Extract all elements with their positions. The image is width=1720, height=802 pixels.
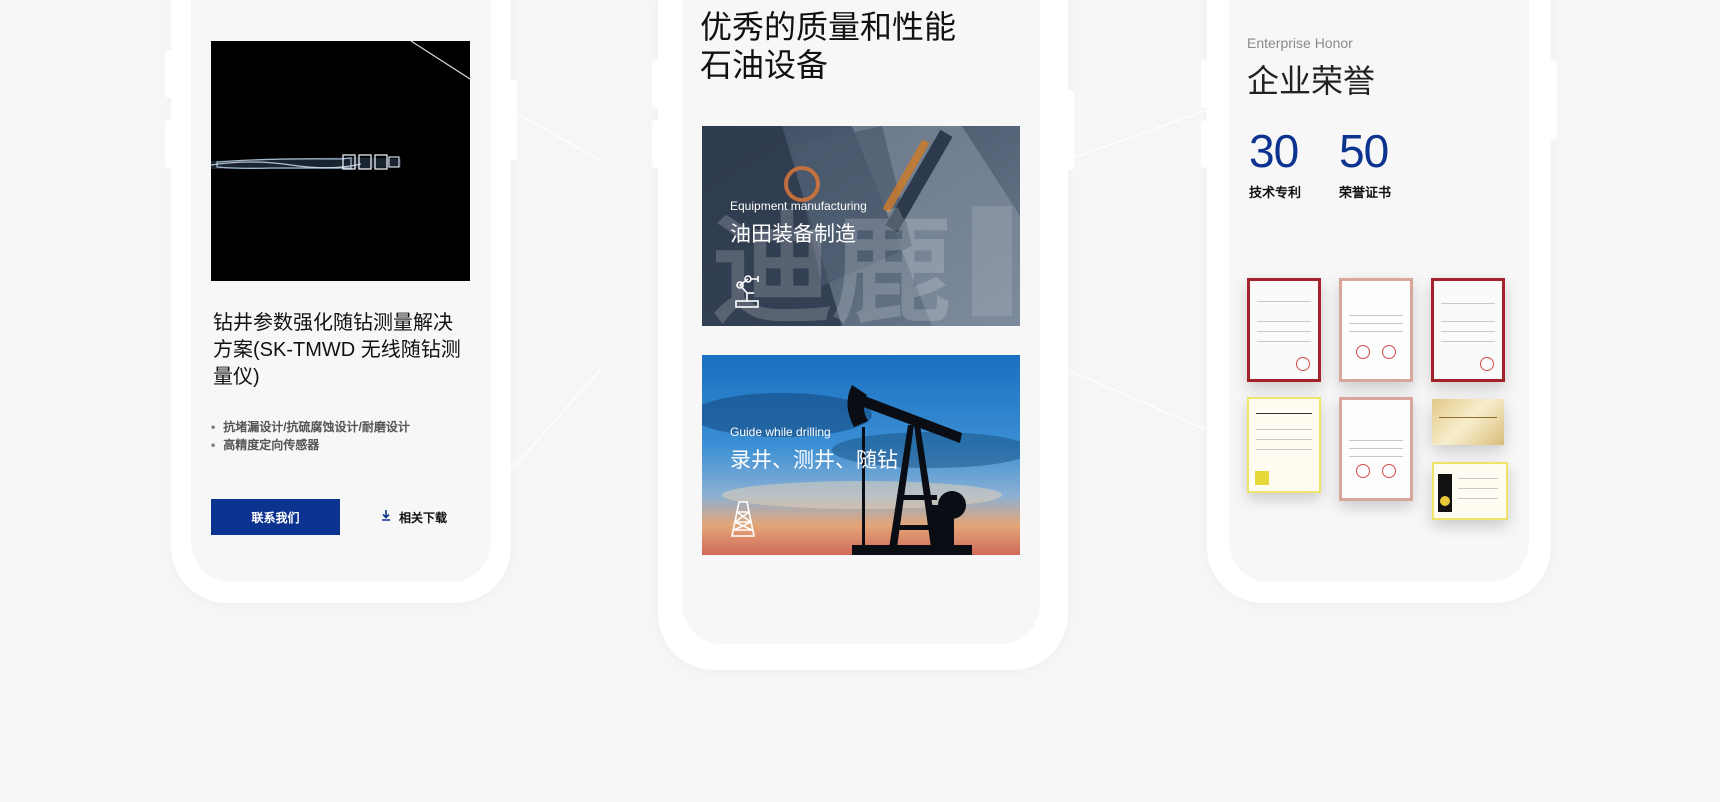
side-button <box>1201 60 1209 108</box>
phone-mockup-honor: Enterprise Honor 企业荣誉 30 技术专利 50 荣誉证书 <box>1201 0 1557 603</box>
phone-mockup-product: 钻井参数强化随钻测量解决方案(SK-TMWD 无线随钻测量仪) 抗堵漏设计/抗硫… <box>165 0 517 603</box>
stat-label: 技术专利 <box>1249 185 1302 200</box>
phone-screen: Enterprise Honor 企业荣誉 30 技术专利 50 荣誉证书 <box>1229 0 1529 582</box>
honor-title: 企业荣誉 <box>1247 63 1376 99</box>
certificate-image <box>1247 278 1321 382</box>
certificate-image <box>1339 397 1413 501</box>
stat-patents: 30 技术专利 <box>1249 126 1301 201</box>
section-title-line: 优秀的质量和性能 <box>700 9 957 45</box>
side-button <box>1549 60 1557 140</box>
contact-us-button[interactable]: 联系我们 <box>211 499 340 535</box>
card-title: 油田装备制造 <box>730 223 856 246</box>
phone-screen: 钻井参数强化随钻测量解决方案(SK-TMWD 无线随钻测量仪) 抗堵漏设计/抗硫… <box>191 0 491 582</box>
side-button <box>509 80 517 160</box>
side-button <box>1201 120 1209 168</box>
stat-certificates: 50 荣誉证书 <box>1339 126 1391 201</box>
feature-item: 抗堵漏设计/抗硫腐蚀设计/耐磨设计 <box>211 418 410 436</box>
download-button[interactable]: 相关下载 <box>375 499 453 535</box>
card-english-label: Equipment manufacturing <box>730 199 867 213</box>
honor-subtitle: Enterprise Honor <box>1247 35 1353 51</box>
download-icon <box>381 510 391 524</box>
stat-number: 50 <box>1339 125 1389 177</box>
section-title: 优秀的质量和性能 石油设备 <box>700 8 956 84</box>
phone-screen: 优秀的质量和性能 石油设备 迪鹿 Equipment manufacturing… <box>682 0 1040 644</box>
side-button <box>652 60 660 108</box>
side-button <box>165 120 173 168</box>
stat-number: 30 <box>1249 125 1299 177</box>
side-button <box>652 120 660 168</box>
robot-arm-icon <box>730 273 768 314</box>
product-video[interactable] <box>211 41 470 281</box>
phone-mockup-equipment: 优秀的质量和性能 石油设备 迪鹿 Equipment manufacturing… <box>652 0 1074 670</box>
product-title: 钻井参数强化随钻测量解决方案(SK-TMWD 无线随钻测量仪) <box>213 312 461 388</box>
guide-while-drilling-card[interactable]: Guide while drilling 录井、测井、随钻 <box>702 355 1020 555</box>
stat-label: 荣誉证书 <box>1339 185 1392 200</box>
card-title: 录井、测井、随钻 <box>730 449 898 472</box>
certificate-image <box>1339 278 1413 382</box>
certificate-image <box>1431 278 1505 382</box>
side-button <box>1066 90 1074 170</box>
side-button <box>165 50 173 98</box>
certificate-image <box>1432 462 1508 520</box>
certificate-image <box>1432 399 1504 445</box>
oil-derrick-icon <box>730 500 756 543</box>
card-english-label: Guide while drilling <box>730 425 831 439</box>
feature-list: 抗堵漏设计/抗硫腐蚀设计/耐磨设计 高精度定向传感器 <box>211 418 410 454</box>
download-label: 相关下载 <box>399 510 448 525</box>
certificate-image <box>1247 397 1321 493</box>
equipment-manufacturing-card[interactable]: 迪鹿 Equipment manufacturing 油田装备制造 <box>702 126 1020 326</box>
feature-item: 高精度定向传感器 <box>211 436 410 454</box>
section-title-line: 石油设备 <box>700 47 829 83</box>
